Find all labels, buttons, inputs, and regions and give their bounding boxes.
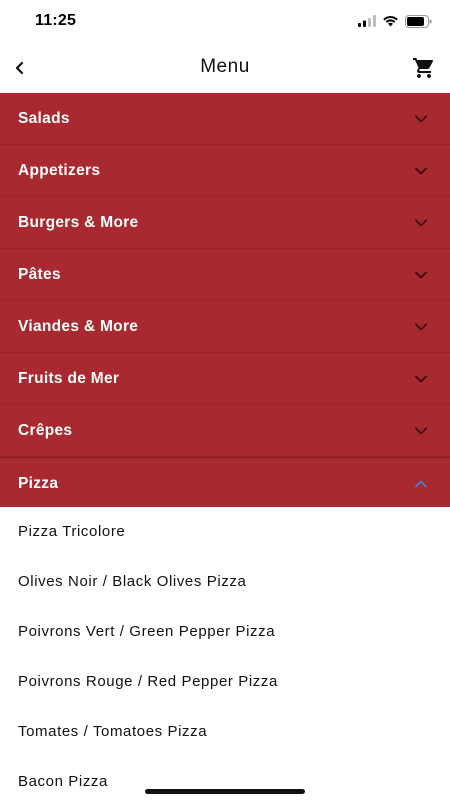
item-label: Tomates / Tomatoes Pizza [18,723,208,740]
category-label: Viandes & More [18,318,139,335]
category-label: Crêpes [18,422,73,439]
cart-button[interactable] [410,54,438,82]
category-crepes[interactable]: Crêpes [0,405,450,457]
category-label: Burgers & More [18,214,139,231]
category-label: Salads [18,110,70,127]
chevron-up-icon [415,480,427,488]
item-label: Poivrons Rouge / Red Pepper Pizza [18,673,278,690]
home-indicator[interactable] [145,789,305,794]
list-item[interactable]: Poivrons Rouge / Red Pepper Pizza [0,657,450,707]
category-label: Pâtes [18,266,61,283]
wifi-icon [383,16,398,27]
category-list: Salads Appetizers Burgers & More Pâtes V… [0,93,450,509]
category-salads[interactable]: Salads [0,93,450,145]
nav-bar: Menu [0,44,450,93]
chevron-down-icon [415,167,427,175]
list-item[interactable]: Poivrons Vert / Green Pepper Pizza [0,607,450,657]
pizza-items-list: Pizza Tricolore Olives Noir / Black Oliv… [0,507,450,807]
status-bar: 11:25 [0,0,450,44]
category-pates[interactable]: Pâtes [0,249,450,301]
signal-icon [358,15,376,27]
page-title: Menu [200,56,250,77]
list-item[interactable]: Tomates / Tomatoes Pizza [0,707,450,757]
chevron-down-icon [415,115,427,123]
item-label: Bacon Pizza [18,773,108,790]
category-label: Pizza [18,475,59,492]
list-item[interactable]: Pizza Tricolore [0,507,450,557]
chevron-down-icon [415,219,427,227]
item-label: Pizza Tricolore [18,523,126,540]
chevron-down-icon [415,427,427,435]
item-label: Poivrons Vert / Green Pepper Pizza [18,623,276,640]
category-label: Fruits de Mer [18,370,120,387]
category-fruits-de-mer[interactable]: Fruits de Mer [0,353,450,405]
status-icons [358,13,432,29]
chevron-down-icon [415,323,427,331]
category-pizza[interactable]: Pizza [0,457,450,509]
chevron-down-icon [415,375,427,383]
battery-icon [405,14,432,28]
list-item[interactable]: Olives Noir / Black Olives Pizza [0,557,450,607]
item-label: Olives Noir / Black Olives Pizza [18,573,247,590]
category-burgers[interactable]: Burgers & More [0,197,450,249]
category-label: Appetizers [18,162,101,179]
chevron-down-icon [415,271,427,279]
category-viandes[interactable]: Viandes & More [0,301,450,353]
shopping-cart-icon [413,58,434,78]
status-time: 11:25 [35,12,77,29]
category-appetizers[interactable]: Appetizers [0,145,450,197]
